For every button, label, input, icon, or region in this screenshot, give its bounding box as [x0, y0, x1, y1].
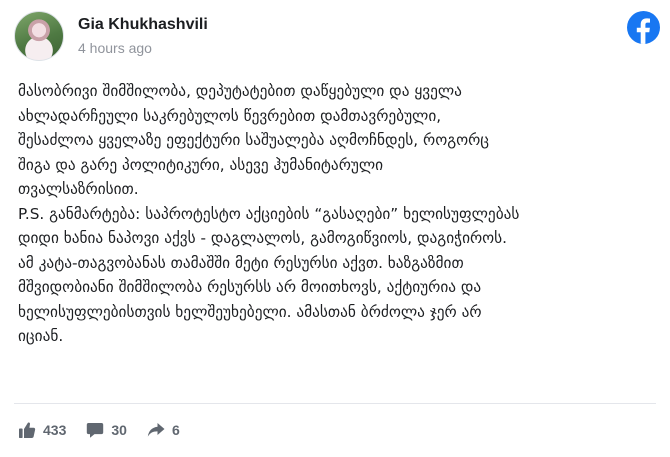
post-meta: Gia Khukhashvili 4 hours ago [78, 15, 208, 58]
post-timestamp[interactable]: 4 hours ago [78, 38, 208, 58]
share-icon [147, 423, 165, 437]
facebook-f-glyph [636, 18, 650, 44]
share-count: 6 [171, 422, 180, 438]
post-body-line: შიგა და გარე პოლიტიკური, ასევე ჰუმანიტარ… [18, 155, 384, 174]
like-icon [19, 422, 36, 438]
divider [14, 403, 656, 404]
post-body-line: შესაძლოა ყველაზე ეფექტური საშუალება აღმო… [18, 131, 490, 149]
like-count: 433 [43, 422, 67, 438]
facebook-post-card: Gia Khukhashvili 4 hours ago მასობრივი შ… [0, 0, 670, 457]
engagement-bar: 433 30 6 [18, 418, 200, 442]
post-body-line: ხელისუფლებისთვის ხელშეუხებელი. ამასთან ბ… [18, 302, 482, 321]
post-body-line: მასობრივი შიმშილობა, დეპუტატებით დაწყებუ… [18, 82, 462, 100]
share-button[interactable]: 6 [147, 421, 180, 439]
post-body-line: ამ კატა-თაგვობანას თამაშში მეტი რესურსი … [18, 253, 464, 272]
like-button[interactable]: 433 [18, 421, 66, 439]
author-name[interactable]: Gia Khukhashvili [78, 15, 208, 35]
comment-button[interactable]: 30 [86, 421, 127, 439]
post-body: მასობრივი შიმშილობა, დეპუტატებით დაწყებუ… [18, 79, 654, 349]
post-body-line: იციან. [18, 327, 64, 345]
post-body-line: თვალსაზრისით. [18, 180, 139, 198]
avatar[interactable] [14, 11, 64, 61]
comment-count: 30 [111, 422, 127, 438]
post-body-line: ახლადარჩეული საკრებულოს წევრებით დამთავრ… [18, 106, 442, 125]
post-body-line: P.S. განმარტება: საპროტესტო აქციების “გა… [18, 204, 520, 223]
post-header: Gia Khukhashvili 4 hours ago [14, 11, 208, 61]
facebook-icon[interactable] [627, 11, 660, 44]
post-body-line: მშვიდობიანი შიმშილობა რესურსს არ მოითხოვ… [18, 278, 482, 296]
comment-icon [87, 423, 104, 438]
post-body-line: დიდი ხანია ნაპოვი აქვს - დაგლალოს, გამოგ… [18, 229, 508, 247]
